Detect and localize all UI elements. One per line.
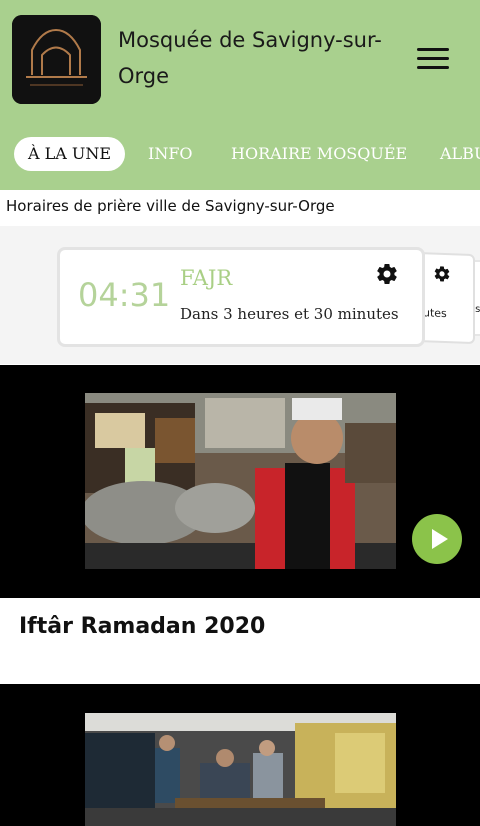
app-header: Mosquée de Savigny-sur-Orge À LA UNE INF… (0, 0, 480, 190)
tab-a-la-une[interactable]: À LA UNE (14, 137, 126, 171)
prayer-section-heading: Horaires de prière ville de Savigny-sur-… (6, 197, 335, 215)
tab-horaire-mosquee[interactable]: HORAIRE MOSQUÉE (217, 137, 421, 171)
prayer-countdown: Dans 3 heures et 30 minutes (180, 305, 399, 323)
prayer-card-current[interactable]: 04:31 FAJR Dans 3 heures et 30 minutes (57, 247, 425, 347)
video-thumbnail[interactable] (85, 393, 396, 569)
page-title: Mosquée de Savigny-sur-Orge (118, 28, 382, 88)
prayer-name: FAJR (180, 266, 233, 290)
tab-bar: À LA UNE INFO HORAIRE MOSQUÉE ALBU (0, 134, 480, 174)
tab-info[interactable]: INFO (134, 137, 207, 171)
prayer-card-next-text: utes (423, 306, 447, 321)
prayer-time: 04:31 (78, 276, 171, 314)
mosque-logo[interactable] (12, 15, 101, 104)
gear-icon[interactable] (375, 262, 399, 286)
video-title[interactable]: Iftâr Ramadan 2020 (19, 614, 265, 639)
hamburger-menu-icon[interactable] (415, 44, 451, 74)
tab-album[interactable]: ALBU (426, 137, 480, 171)
gear-icon[interactable] (433, 265, 451, 284)
video-thumbnail-2[interactable] (85, 713, 396, 826)
video-player-2[interactable] (0, 684, 480, 826)
video-player[interactable] (0, 365, 480, 598)
play-icon[interactable] (412, 514, 462, 564)
